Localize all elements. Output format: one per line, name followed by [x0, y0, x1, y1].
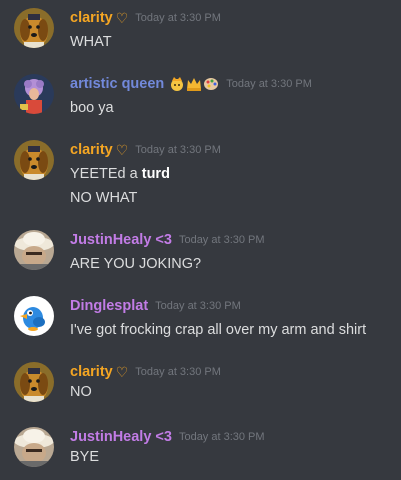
timestamp[interactable]: Today at 3:30 PM	[179, 234, 265, 246]
dog-avatar-icon[interactable]	[14, 8, 54, 48]
message-text-plain: YEETEd a	[70, 166, 142, 182]
message-header: JustinHealy <3 Today at 3:30 PM	[70, 427, 265, 447]
message-text: ARE YOU JOKING?	[70, 256, 202, 272]
message-text: boo ya	[70, 100, 114, 116]
palette-emoji-icon	[204, 77, 219, 90]
message-header: artistic queen Today at 3:30 PM	[70, 74, 312, 94]
message-text: BYE	[70, 449, 100, 465]
timestamp[interactable]: Today at 3:30 PM	[155, 300, 241, 312]
timestamp[interactable]: Today at 3:30 PM	[135, 12, 221, 24]
artist-avatar-icon[interactable]	[14, 74, 54, 114]
username[interactable]: artistic queen	[70, 76, 164, 92]
username[interactable]: clarity	[70, 364, 113, 380]
princess-emoji-icon	[171, 76, 184, 91]
message-header: clarity ♡ Today at 3:30 PM	[70, 8, 221, 28]
chat-messages: clarity ♡ Today at 3:30 PM WHAT artistic q…	[0, 0, 401, 480]
bird-avatar-icon[interactable]	[14, 296, 54, 336]
badge-emojis	[169, 74, 219, 94]
username[interactable]: clarity	[70, 142, 113, 158]
heart-icon: ♡	[115, 364, 129, 380]
message-header: clarity ♡ Today at 3:30 PM	[70, 140, 221, 160]
timestamp[interactable]: Today at 3:30 PM	[226, 78, 312, 90]
hat-avatar-icon[interactable]	[14, 427, 54, 467]
heart-icon: ♡	[115, 10, 129, 26]
username[interactable]: clarity	[70, 10, 113, 26]
message-text: I've got frocking crap all over my arm a…	[70, 322, 367, 338]
dog-avatar-icon[interactable]	[14, 140, 54, 180]
timestamp[interactable]: Today at 3:30 PM	[179, 431, 265, 443]
message-text: WHAT	[70, 34, 112, 50]
message-header: JustinHealy <3 Today at 3:30 PM	[70, 230, 265, 250]
message-header: Dinglesplat Today at 3:30 PM	[70, 296, 241, 316]
dog-avatar-icon[interactable]	[14, 362, 54, 402]
crown-emoji-icon	[187, 77, 202, 91]
message-text: NO	[70, 384, 92, 400]
message-text-bold: turd	[141, 166, 170, 182]
timestamp[interactable]: Today at 3:30 PM	[135, 144, 221, 156]
message-text: NO WHAT	[70, 190, 138, 206]
username[interactable]: JustinHealy <3	[70, 429, 172, 445]
message-text: YEETEd a turd	[70, 164, 170, 184]
hat-avatar-icon[interactable]	[14, 230, 54, 270]
timestamp[interactable]: Today at 3:30 PM	[135, 366, 221, 378]
message-header: clarity ♡ Today at 3:30 PM	[70, 362, 221, 382]
heart-icon: ♡	[115, 142, 129, 158]
username[interactable]: JustinHealy <3	[70, 232, 172, 248]
username[interactable]: Dinglesplat	[70, 298, 148, 314]
